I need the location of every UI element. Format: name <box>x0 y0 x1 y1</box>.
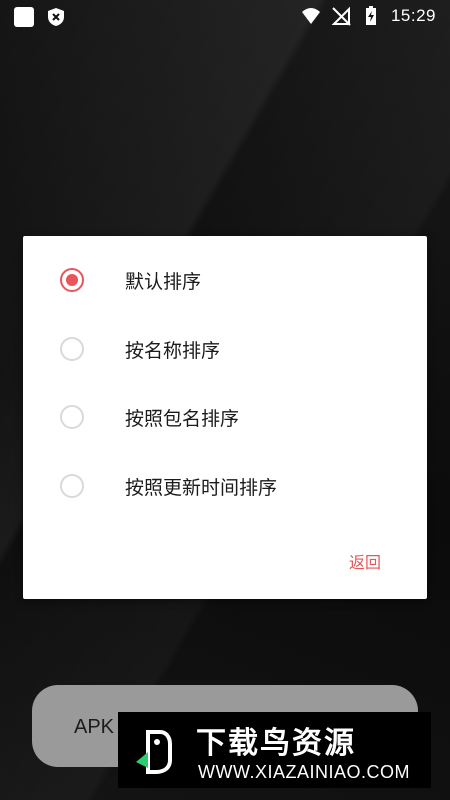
option-label: 默认排序 <box>125 270 202 293</box>
watermark-url: WWW.XIAZAINIAO.COM <box>198 762 410 782</box>
radio-unselected-icon[interactable] <box>60 405 84 429</box>
option-label: 按名称排序 <box>125 339 221 362</box>
status-bar: 15:29 <box>0 0 450 34</box>
notification-square-icon <box>14 7 34 27</box>
option-label: 按照更新时间排序 <box>125 476 278 499</box>
radio-unselected-icon[interactable] <box>60 337 84 361</box>
sort-dialog: 默认排序 按名称排序 按照包名排序 按照更新时间排序 返回 <box>23 236 427 599</box>
option-sort-by-package[interactable]: 按照包名排序 <box>23 392 427 442</box>
option-sort-by-update-time[interactable]: 按照更新时间排序 <box>23 461 427 511</box>
radio-selected-icon[interactable] <box>60 268 84 292</box>
watermark-title: 下载鸟资源 <box>196 726 356 761</box>
radio-unselected-icon[interactable] <box>60 474 84 498</box>
wifi-icon <box>301 8 320 24</box>
bird-logo-icon <box>130 722 182 778</box>
no-sim-icon <box>331 6 351 26</box>
status-time: 15:29 <box>390 6 436 25</box>
apk-button-label: APK <box>74 716 115 738</box>
option-sort-by-name[interactable]: 按名称排序 <box>23 324 427 374</box>
option-default-sort[interactable]: 默认排序 <box>23 255 427 305</box>
back-button[interactable]: 返回 <box>349 549 381 573</box>
shield-icon <box>48 8 64 26</box>
option-label: 按照包名排序 <box>125 407 240 430</box>
battery-charging-icon <box>365 6 376 25</box>
watermark: 下载鸟资源 WWW.XIAZAINIAO.COM <box>118 712 431 788</box>
